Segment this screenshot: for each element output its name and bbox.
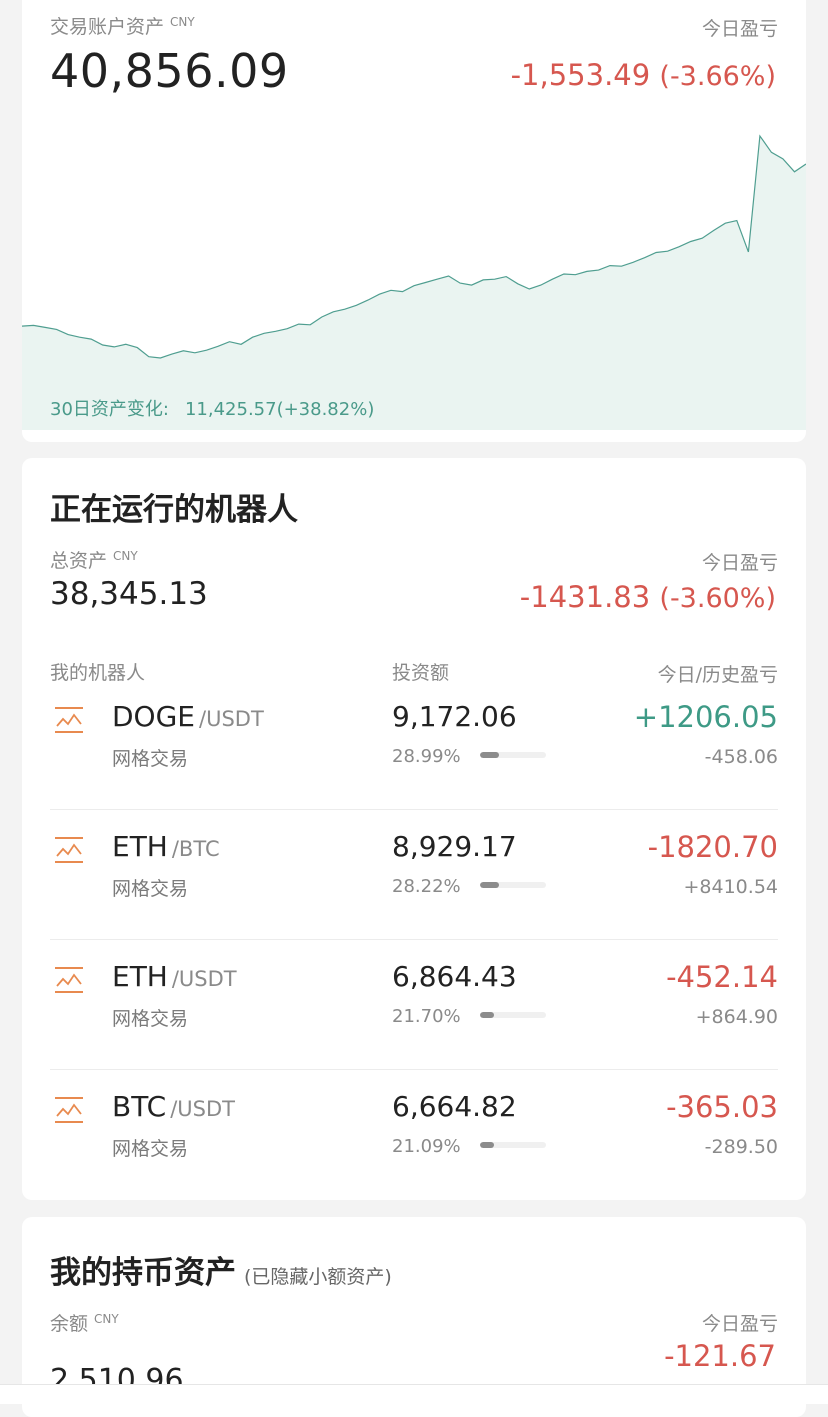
robot-ratio: 21.70% [392, 1006, 461, 1027]
pair-quote: /USDT [199, 707, 264, 731]
account-today-value: -1,553.49 [510, 58, 651, 92]
robots-total-value: 38,345.13 [50, 576, 208, 612]
asset-trend-chart [22, 134, 806, 430]
account-title-text: 交易账户资产 [50, 16, 165, 38]
pair-base: ETH [112, 960, 168, 993]
robot-pnl-today: +1206.05 [633, 700, 778, 734]
robot-pair: ETH/BTC [112, 830, 220, 863]
balance-currency: CNY [94, 1311, 119, 1326]
robot-strategy: 网格交易 [112, 1008, 189, 1030]
robots-total-label-text: 总资产 [50, 550, 108, 572]
balance-label-text: 余额 [50, 1313, 89, 1335]
robot-pnl-history: -458.06 [704, 746, 778, 768]
ratio-bar [480, 882, 546, 888]
robot-ratio: 28.99% [392, 746, 461, 767]
account-card[interactable]: 交易账户资产 CNY 40,856.09 今日盈亏 -1,553.49 (-3.6… [22, 0, 806, 442]
robots-title: 正在运行的机器人 [50, 492, 298, 528]
account-today-pnl: -1,553.49 (-3.66%) [511, 58, 776, 92]
robot-strategy: 网格交易 [112, 878, 189, 900]
robot-pnl-today: -452.14 [666, 960, 778, 994]
ratio-bar [480, 1012, 546, 1018]
robot-strategy: 网格交易 [112, 1138, 189, 1160]
account-30d-change: 30日资产变化: 11,425.57(+38.82%) [50, 395, 374, 421]
robot-row[interactable]: ETH/BTC 网格交易 8,929.17 28.22% -1820.70 +8… [50, 810, 778, 940]
robot-row[interactable]: DOGE/USDT 网格交易 9,172.06 28.99% +1206.05 … [50, 680, 778, 810]
ratio-bar-fill [480, 1012, 495, 1018]
robot-invest: 6,864.43 [392, 960, 517, 993]
robot-strategy: 网格交易 [112, 748, 189, 770]
ratio-bar-fill [480, 752, 500, 758]
chart-area-fill [22, 136, 806, 430]
robot-pnl-history: +864.90 [695, 1006, 778, 1028]
robots-card: 正在运行的机器人 总资产 CNY 38,345.13 今日盈亏 -1431.83 … [22, 458, 806, 1200]
robot-pnl-today: -1820.70 [647, 830, 778, 864]
holdings-today-value: -121.67 [664, 1339, 776, 1373]
robots-today-label: 今日盈亏 [701, 552, 778, 574]
pair-quote: /USDT [171, 967, 237, 991]
holdings-today-label: 今日盈亏 [701, 1313, 778, 1335]
robot-invest: 6,664.82 [392, 1090, 517, 1123]
pair-base: ETH [112, 830, 168, 863]
account-today-label: 今日盈亏 [701, 18, 778, 40]
balance-label: 余额 CNY [50, 1309, 119, 1336]
robot-ratio: 21.09% [392, 1136, 461, 1157]
robot-pnl-today: -365.03 [666, 1090, 778, 1124]
account-value: 40,856.09 [50, 44, 289, 98]
account-currency: CNY [170, 14, 195, 29]
robot-pair: ETH/USDT [112, 960, 237, 993]
pair-base: DOGE [112, 700, 195, 733]
ratio-bar-fill [480, 882, 499, 888]
holdings-subtitle: (已隐藏小额资产) [244, 1266, 392, 1288]
robot-row[interactable]: ETH/USDT 网格交易 6,864.43 21.70% -452.14 +8… [50, 940, 778, 1070]
pair-quote: /BTC [171, 837, 220, 861]
robots-today-value: -1431.83 [519, 580, 651, 614]
robot-pair: BTC/USDT [112, 1090, 235, 1123]
bottom-bar [0, 1384, 828, 1404]
robot-pair: DOGE/USDT [112, 700, 264, 733]
holdings-title-text: 我的持币资产 [50, 1255, 236, 1291]
grid-trading-icon [55, 837, 83, 863]
ratio-bar-fill [480, 1142, 494, 1148]
account-30d-value: 11,425.57(+38.82%) [184, 399, 375, 420]
robot-ratio: 28.22% [392, 876, 461, 897]
account-30d-label: 30日资产变化: [50, 399, 169, 420]
account-today-pct: (-3.66%) [659, 61, 776, 92]
robots-today-pct: (-3.60%) [659, 583, 776, 614]
ratio-bar [480, 752, 546, 758]
pair-base: BTC [112, 1090, 167, 1123]
robot-row[interactable]: BTC/USDT 网格交易 6,664.82 21.09% -365.03 -2… [50, 1070, 778, 1200]
robot-invest: 8,929.17 [392, 830, 517, 863]
account-title: 交易账户资产 CNY [50, 12, 195, 39]
robots-total-label: 总资产 CNY [50, 546, 138, 573]
ratio-bar [480, 1142, 546, 1148]
robot-pnl-history: +8410.54 [683, 876, 779, 898]
grid-trading-icon [55, 967, 83, 993]
robot-invest: 9,172.06 [392, 700, 517, 733]
robot-pnl-history: -289.50 [704, 1136, 778, 1158]
grid-trading-icon [55, 1097, 83, 1123]
robots-today-pnl: -1431.83 (-3.60%) [520, 580, 776, 614]
robots-currency: CNY [113, 548, 138, 563]
holdings-title: 我的持币资产 (已隐藏小额资产) [50, 1247, 392, 1292]
grid-trading-icon [55, 707, 83, 733]
pair-quote: /USDT [170, 1097, 236, 1121]
